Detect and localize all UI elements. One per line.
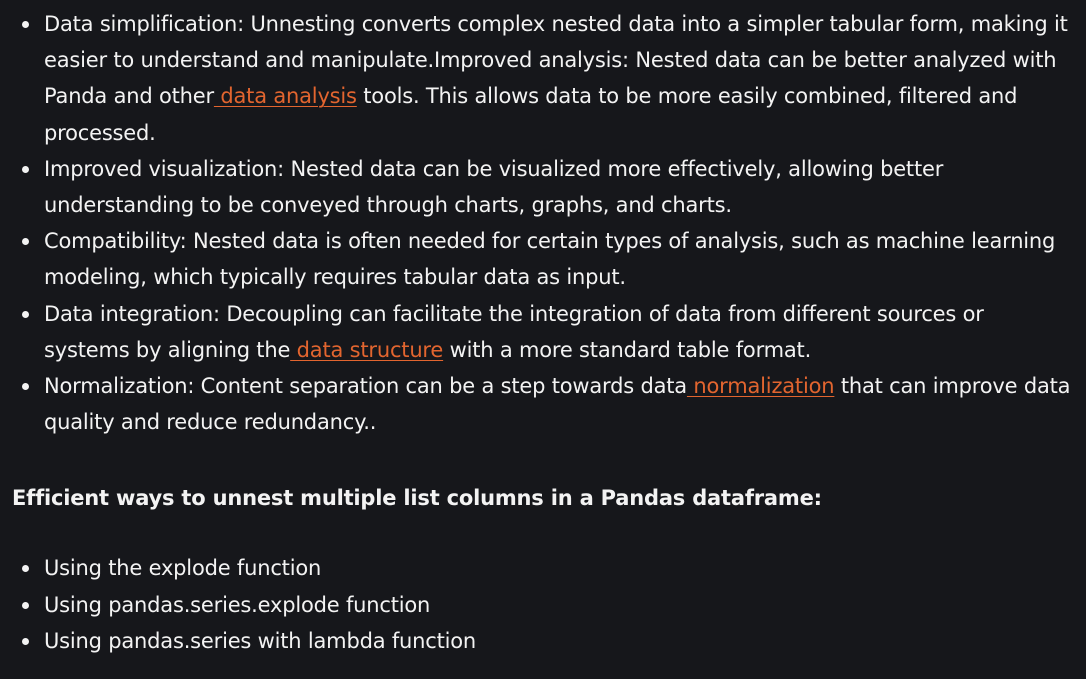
normalization-link[interactable]: normalization <box>687 374 834 398</box>
list-item: Using the explode function <box>22 550 1074 586</box>
list-item-text: Compatibility: Nested data is often need… <box>44 229 1056 290</box>
data-analysis-link[interactable]: data analysis <box>214 84 357 108</box>
list-item: Using pandas.series.explode function <box>22 587 1074 623</box>
list-item-data-simplification: Data simplification: Unnesting converts … <box>22 6 1074 151</box>
list-item-improved-visualization: Improved visualization: Nested data can … <box>22 151 1074 223</box>
list-item-compatibility: Compatibility: Nested data is often need… <box>22 223 1074 295</box>
article-content: Data simplification: Unnesting converts … <box>0 0 1086 679</box>
list-item-normalization: Normalization: Content separation can be… <box>22 368 1074 440</box>
list-item-text: Improved visualization: Nested data can … <box>44 156 944 218</box>
data-structure-link[interactable]: data structure <box>290 338 444 362</box>
list-item-text: with a more standard table format. <box>443 337 812 362</box>
benefits-list: Data simplification: Unnesting converts … <box>12 6 1074 440</box>
methods-list: Using the explode function Using pandas.… <box>12 550 1074 659</box>
list-item-data-integration: Data integration: Decoupling can facilit… <box>22 296 1074 368</box>
list-item: Using pandas.series with lambda function <box>22 623 1074 659</box>
section-heading: Efficient ways to unnest multiple list c… <box>12 486 822 511</box>
list-item-text: Normalization: Content separation can be… <box>44 374 687 399</box>
